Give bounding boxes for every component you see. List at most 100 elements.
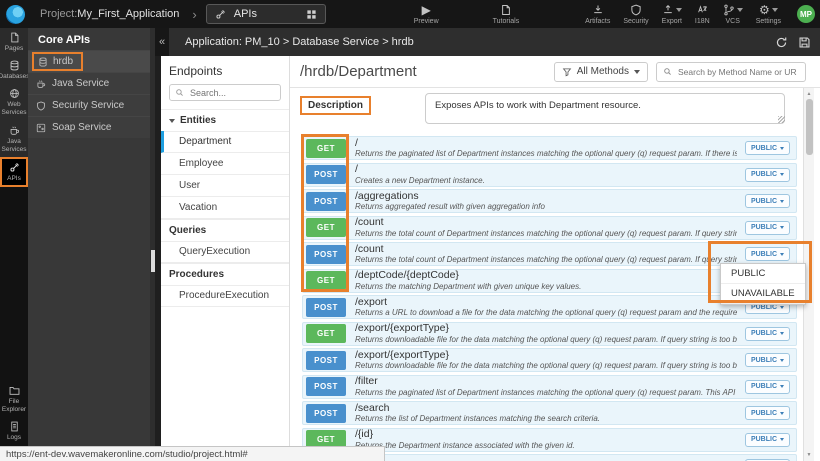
security-button[interactable]: Security <box>623 4 648 25</box>
breadcrumb: Application: PM_10 > Database Service > … <box>185 36 414 48</box>
settings-button[interactable]: ⚙ Settings <box>756 4 781 25</box>
api-endpoint-row[interactable]: POST / Creates a new Department instance… <box>302 163 797 187</box>
access-dropdown-button[interactable]: PUBLIC <box>745 247 790 261</box>
access-dropdown-button[interactable]: PUBLIC <box>745 141 790 155</box>
panel-edge <box>155 28 161 461</box>
rail-item-file-explorer[interactable]: File Explorer <box>0 381 28 417</box>
left-icon-rail: Pages Databases Web Services Java Servic… <box>0 28 28 461</box>
caret-down-icon <box>780 226 784 229</box>
group-header-procedures[interactable]: Procedures <box>161 263 289 286</box>
endpoints-search[interactable] <box>169 84 281 101</box>
application-header-bar: Application: PM_10 > Database Service > … <box>161 28 820 56</box>
save-icon[interactable] <box>798 36 811 49</box>
export-button[interactable]: Export <box>662 4 682 25</box>
chevron-down-icon <box>169 119 175 123</box>
workspace-selector[interactable]: APIs <box>206 4 326 24</box>
endpoint-item-employee[interactable]: Employee <box>161 153 289 175</box>
group-header-queries[interactable]: Queries <box>161 219 289 242</box>
api-detail-panel: /hrdb/Department All Methods Description… <box>290 56 820 461</box>
access-option[interactable]: PUBLIC <box>721 264 805 284</box>
api-endpoint-row[interactable]: POST /aggregations Returns aggregated re… <box>302 189 797 213</box>
method-search[interactable] <box>656 62 806 82</box>
http-method-badge: GET <box>306 139 346 158</box>
access-dropdown-button[interactable]: PUBLIC <box>745 221 790 235</box>
rail-item-apis[interactable]: APIs <box>0 157 28 187</box>
api-endpoint-row[interactable]: GET /export/{exportType} Returns downloa… <box>302 322 797 346</box>
endpoint-description: Returns aggregated result with given agg… <box>355 203 737 211</box>
methods-filter-button[interactable]: All Methods <box>554 62 648 82</box>
rail-item-logs[interactable]: Logs <box>0 417 28 445</box>
endpoints-search-input[interactable] <box>188 87 275 99</box>
access-option[interactable]: UNAVAILABLE <box>721 284 805 304</box>
endpoint-item-procedureexecution[interactable]: ProcedureExecution <box>161 285 289 307</box>
caret-down-icon <box>737 8 743 12</box>
endpoint-path: /search <box>355 403 737 414</box>
core-api-item-security-service[interactable]: Security Service <box>28 94 150 116</box>
user-avatar[interactable]: MP <box>797 5 815 23</box>
tutorials-button[interactable]: Tutorials <box>493 4 520 25</box>
topbar-right-actions: Artifacts Security Export I18N VCS ⚙ Set… <box>585 4 820 25</box>
api-endpoint-row[interactable]: POST /filter Returns the paginated list … <box>302 375 797 399</box>
http-method-badge: POST <box>306 298 346 317</box>
endpoint-path: /export/{exportType} <box>355 350 737 361</box>
access-dropdown-button[interactable]: PUBLIC <box>745 168 790 182</box>
api-endpoint-row[interactable]: POST /export/{exportType} Returns downlo… <box>302 348 797 372</box>
grid-icon[interactable] <box>306 9 317 20</box>
core-api-item-hrdb[interactable]: hrdb <box>28 50 150 72</box>
core-api-item-java-service[interactable]: Java Service <box>28 72 150 94</box>
endpoint-item-user[interactable]: User <box>161 175 289 197</box>
endpoint-path: /{id} <box>355 429 737 440</box>
resize-handle[interactable] <box>778 116 785 123</box>
refresh-icon[interactable] <box>775 36 788 49</box>
rail-item-java-services[interactable]: Java Services <box>0 121 28 157</box>
group-header-entities[interactable]: Entities <box>161 109 289 132</box>
shield-icon <box>630 4 642 16</box>
rail-item-databases[interactable]: Databases <box>0 56 28 84</box>
scrollbar-thumb[interactable] <box>806 99 813 155</box>
endpoint-description: Returns the matching Department with giv… <box>355 283 737 291</box>
scroll-down-icon[interactable]: ▼ <box>804 452 814 458</box>
rail-item-pages[interactable]: Pages <box>0 28 28 56</box>
http-method-badge: GET <box>306 218 346 237</box>
endpoint-item-department[interactable]: Department <box>161 131 289 153</box>
access-dropdown-button[interactable]: PUBLIC <box>745 194 790 208</box>
api-endpoint-row[interactable]: GET /count Returns the total count of De… <box>302 216 797 240</box>
access-dropdown-button[interactable]: PUBLIC <box>745 353 790 367</box>
status-url-bar: https://ent-dev.wavemakeronline.com/stud… <box>0 446 385 461</box>
endpoint-path: / <box>355 138 737 149</box>
access-dropdown-button[interactable]: PUBLIC <box>745 380 790 394</box>
rail-item-web-services[interactable]: Web Services <box>0 84 28 120</box>
access-dropdown-button[interactable]: PUBLIC <box>745 433 790 447</box>
endpoint-item-queryexecution[interactable]: QueryExecution <box>161 241 289 263</box>
folder-icon <box>9 385 20 396</box>
api-endpoint-row[interactable]: GET / Returns the paginated list of Depa… <box>302 136 797 160</box>
vcs-button[interactable]: VCS <box>723 4 743 25</box>
preview-button[interactable]: ▶ Preview <box>414 4 439 25</box>
wavemaker-logo[interactable] <box>0 0 30 28</box>
collapse-panel-button[interactable]: « <box>155 28 169 56</box>
access-dropdown-button[interactable]: PUBLIC <box>745 406 790 420</box>
coffee-icon <box>9 125 20 136</box>
description-textarea[interactable]: Exposes APIs to work with Department res… <box>425 93 785 124</box>
endpoints-title: Endpoints <box>161 56 289 84</box>
http-method-badge: POST <box>306 165 346 184</box>
top-bar: Project:My_First_Application › APIs ▶ Pr… <box>0 0 820 28</box>
project-name: My_First_Application <box>77 8 179 20</box>
access-dropdown-button[interactable]: PUBLIC <box>745 327 790 341</box>
method-search-input[interactable] <box>676 66 799 78</box>
i18n-button[interactable]: I18N <box>695 4 710 25</box>
gear-icon: ⚙ <box>759 4 770 16</box>
core-panel-scrollbar[interactable] <box>150 28 155 461</box>
artifacts-button[interactable]: Artifacts <box>585 4 610 25</box>
endpoint-description: Returns downloadable file for the data m… <box>355 336 737 344</box>
upload-icon <box>662 4 674 16</box>
scrollbar-thumb[interactable] <box>151 250 155 272</box>
coffee-icon <box>36 79 46 89</box>
caret-down-icon <box>780 253 784 256</box>
scroll-up-icon[interactable]: ▲ <box>804 91 814 97</box>
endpoint-item-vacation[interactable]: Vacation <box>161 197 289 219</box>
api-endpoint-row[interactable]: POST /search Returns the list of Departm… <box>302 401 797 425</box>
core-api-item-soap-service[interactable]: Soap Service <box>28 116 150 138</box>
http-method-badge: POST <box>306 245 346 264</box>
search-icon <box>175 88 184 97</box>
